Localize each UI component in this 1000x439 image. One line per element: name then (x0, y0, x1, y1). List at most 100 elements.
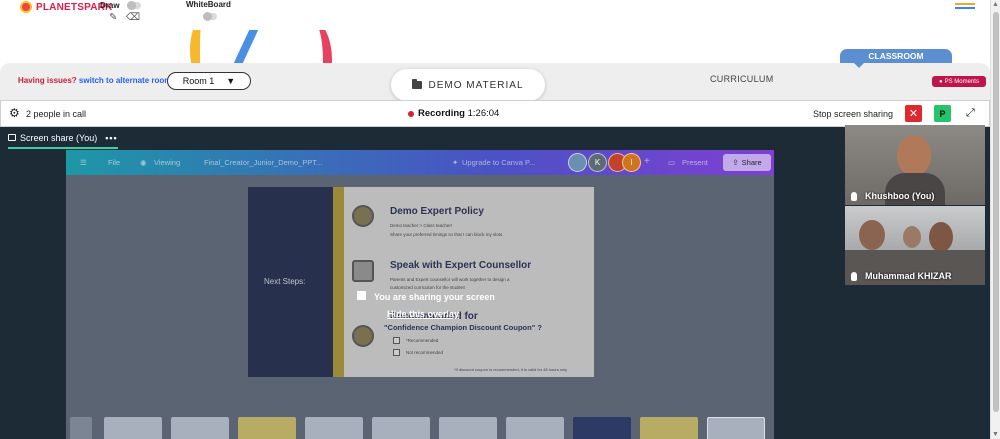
participant-name: Muhammad KHIZAR (865, 271, 952, 281)
more-options-icon[interactable]: ••• (105, 133, 117, 143)
tab-screen-share[interactable]: Screen share (You) ••• (8, 131, 118, 149)
decor-arc-yellow (190, 30, 214, 63)
participant-tile[interactable]: Khushboo (You) (845, 125, 985, 205)
camera-icon: ● (939, 78, 943, 85)
room-select[interactable]: Room 1 ▼ (167, 72, 251, 90)
slide-stripe (333, 187, 344, 377)
tab-curriculum[interactable]: CURRICULUM (710, 74, 774, 84)
scroll-down-icon[interactable]: ▼ (992, 431, 999, 438)
canva-present: Present (682, 158, 708, 167)
page-scrollbar[interactable]: ▲ ▼ (990, 0, 1000, 439)
close-icon: ✕ (908, 108, 919, 120)
issue-notice: Having issues? switch to alternate room (18, 76, 171, 85)
scroll-up-icon[interactable]: ▲ (992, 1, 999, 8)
classroom-label: CLASSROOM (868, 51, 924, 61)
canva-toolbar: ☰ File ◉ Viewing Final_Creator_Junior_De… (66, 150, 774, 175)
slide-thumbnail (640, 417, 698, 439)
canva-plus: + (644, 156, 650, 167)
people-count: 2 people in call (26, 109, 87, 119)
gear-icon[interactable]: ⚙ (9, 107, 20, 119)
fullscreen-icon[interactable]: ⤢ (966, 107, 975, 120)
canva-upgrade: Upgrade to Canva P... (462, 158, 536, 167)
slide-thumbnail: 119 (238, 417, 296, 439)
demo-material-button[interactable]: DEMO MATERIAL (391, 69, 545, 101)
slide-thumbnail: 117 (439, 417, 497, 439)
recording-dot-icon (408, 111, 414, 117)
call-bar: ⚙ 2 people in call Recording 1:26:04 Sto… (0, 100, 990, 127)
avatar: I (622, 153, 641, 172)
whiteboard-toggle[interactable] (203, 12, 217, 21)
canva-doc-title: Final_Creator_Junior_Demo_PPT... (204, 158, 323, 167)
hide-overlay-link[interactable]: Hide this overlay (387, 309, 459, 319)
slide-coupon-title: "Confidence Champion Discount Coupon" ? (384, 323, 542, 332)
draw-toggle[interactable] (127, 1, 141, 10)
folder-icon (412, 79, 423, 89)
avatar (568, 153, 587, 172)
recording-status: Recording 1:26:04 (418, 108, 499, 119)
participant-name: Khushboo (You) (865, 191, 935, 201)
upload-icon: ⇪ (732, 158, 739, 167)
slide-policy-title: Demo Expert Policy (390, 206, 484, 217)
slide-thumbnail: 111 (171, 417, 229, 439)
ps-moments-label: PS Moments (944, 78, 979, 85)
slide-option-recommended: *Recommended (406, 338, 439, 343)
crown-icon: ✦ (452, 158, 459, 167)
screen-share-area: Screen share (You) ••• ☰ File ◉ Viewing … (0, 125, 990, 439)
slide-policy-line2: Share your preferred timings so that I c… (390, 232, 504, 237)
tab-classroom[interactable]: CLASSROOM (840, 49, 952, 68)
draw-label: Draw (100, 1, 120, 10)
canva-share-label: Share (741, 158, 762, 167)
calendar-icon (352, 260, 374, 282)
whiteboard-label: WhiteBoard (186, 0, 231, 9)
canva-file: File (108, 158, 121, 167)
slide-thumbnail (70, 417, 92, 439)
slide-counsellor-line1: Parents and Expert counsellor will work … (390, 277, 510, 282)
slide-counsellor-line2: customized curriculum for the student (390, 285, 465, 290)
eye-icon: ◉ (140, 158, 147, 167)
slide-thumbnail: 118 (305, 417, 363, 439)
slide-counsellor-title: Speak with Expert Counsellor (390, 260, 532, 271)
mic-icon (851, 272, 857, 281)
planetspark-logo[interactable]: PLANETSPARK (20, 0, 112, 14)
participant-p-button[interactable]: P (934, 105, 951, 122)
ps-moments-button[interactable]: ● PS Moments (932, 76, 986, 87)
recording-label: Recording (418, 108, 465, 119)
chevron-down-icon: ▼ (226, 76, 236, 86)
demo-material-label: DEMO MATERIAL (428, 79, 524, 91)
recording-time: 1:26:04 (467, 108, 500, 119)
coupon-icon (352, 325, 374, 347)
participant-video (929, 222, 953, 252)
logo-icon (20, 1, 32, 13)
avatar: K (588, 153, 607, 172)
decor-arc-red (292, 30, 332, 63)
hamburger-menu-icon[interactable] (955, 3, 975, 11)
pencil-icon[interactable]: ✎ (109, 12, 117, 23)
slide-thumbnail: 111 (506, 417, 564, 439)
canva-menu-icon: ☰ (80, 158, 87, 167)
avatar-k-letter: K (594, 158, 601, 167)
mic-icon (851, 192, 857, 201)
decor-arc-blue (224, 30, 282, 63)
slide-thumbnail (707, 417, 765, 439)
participant-video (859, 220, 885, 250)
presentation-slide: Next Steps: Demo Expert Policy Demo teac… (248, 187, 594, 377)
sharing-overlay-text: You are sharing your screen (374, 292, 495, 302)
alternate-room-link[interactable]: switch to alternate room (79, 76, 171, 85)
stop-sharing-button[interactable]: ✕ (905, 105, 922, 122)
participant-video (903, 226, 921, 248)
participant-tile[interactable]: Muhammad KHIZAR (845, 206, 985, 285)
scroll-thumb[interactable] (993, 12, 999, 412)
canva-share-chip: ⇪ Share (723, 154, 771, 171)
eraser-icon[interactable]: ⌫ (126, 12, 140, 23)
slide-thumbnail: 114 (104, 417, 162, 439)
slide-checkbox (393, 349, 400, 356)
screen-share-label: Screen share (You) (20, 132, 98, 143)
policy-icon (352, 205, 374, 227)
canva-viewing: Viewing (154, 158, 181, 167)
slide-footnote: *If discount coupon is recommended, it i… (454, 367, 568, 372)
participant-video (897, 135, 931, 175)
monitor-icon (8, 134, 16, 141)
slide-thumbnail (372, 417, 430, 439)
present-icon: ▭ (668, 158, 676, 167)
stop-sharing-label: Stop screen sharing (813, 109, 894, 119)
